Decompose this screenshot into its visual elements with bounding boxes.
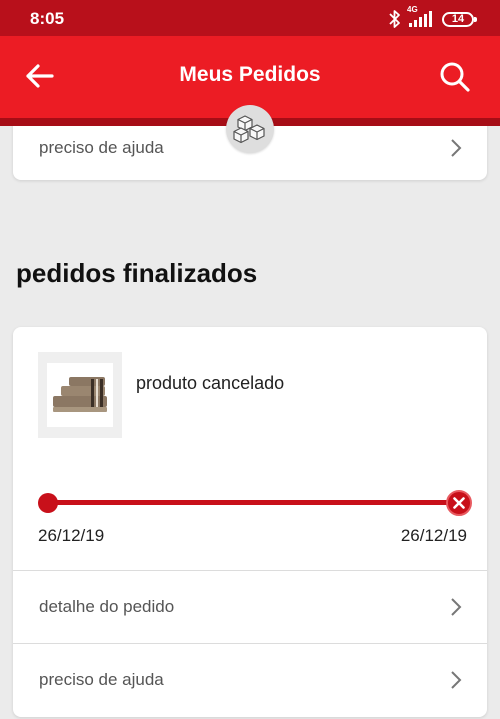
cancel-x-icon [446,490,472,516]
progress-track [48,500,458,505]
help-row[interactable]: preciso de ajuda [13,644,487,716]
start-date: 26/12/19 [38,526,105,545]
search-icon[interactable] [438,60,472,94]
boxes-icon-svg [233,115,265,144]
chevron-right-icon [451,671,462,689]
help-label: preciso de ajuda [39,670,164,689]
towels-image [53,377,107,412]
product-thumbnail[interactable] [38,352,122,438]
chevron-right-icon [451,139,462,157]
battery-icon: 14 [442,11,477,27]
network-type: 4G [407,5,418,14]
orders-content[interactable]: preciso de ajuda pedidos finalizados pro… [0,126,500,719]
battery-level: 14 [451,12,465,25]
order-progress [38,490,472,516]
finished-order-card: produto cancelado 26/12/19 26/12/19 deta… [13,327,487,717]
boxes-icon [226,105,274,153]
status-bar: 8:05 4G 14 [0,0,500,36]
chevron-right-icon [451,598,462,616]
progress-start-dot [38,493,58,513]
status-icons: 4G 14 [387,5,477,29]
order-detail-label: detalhe do pedido [39,597,175,616]
end-date: 26/12/19 [400,526,467,545]
section-title: pedidos finalizados [16,258,258,288]
help-label: preciso de ajuda [39,138,164,157]
signal-icon: 4G [407,5,432,27]
order-detail-row[interactable]: detalhe do pedido [13,571,487,643]
page-title: Meus Pedidos [179,63,321,86]
bluetooth-icon [389,10,400,28]
status-time: 8:05 [30,9,65,28]
product-status: produto cancelado [136,373,285,393]
